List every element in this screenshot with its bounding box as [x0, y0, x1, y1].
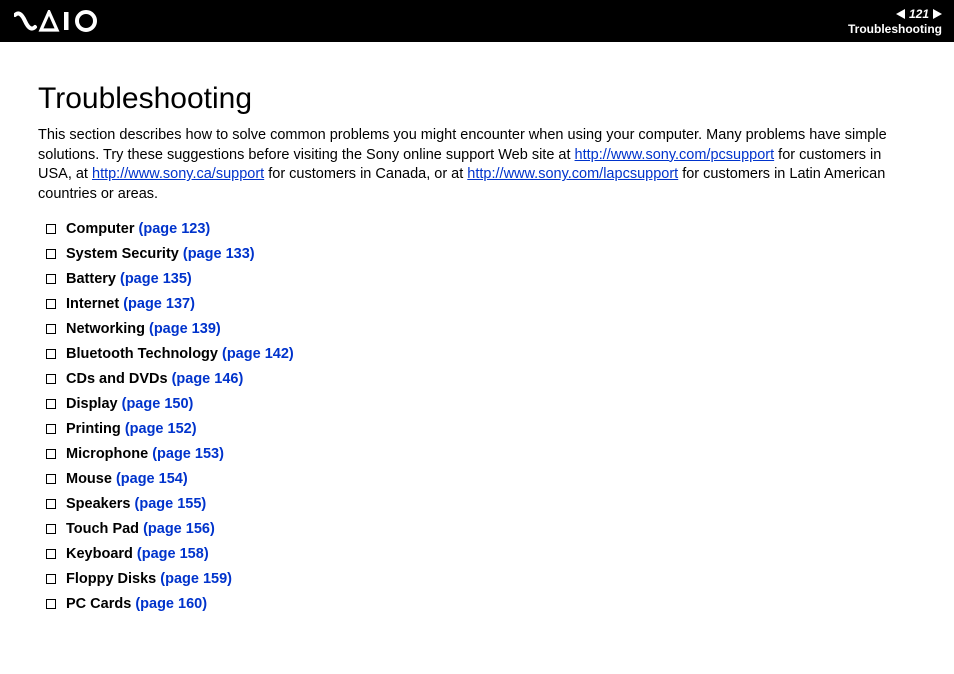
toc-item[interactable]: Printing (page 152): [46, 416, 916, 441]
square-bullet-icon: [46, 274, 56, 284]
toc-item-page-link[interactable]: (page 133): [183, 246, 255, 262]
toc-item-page-link[interactable]: (page 123): [139, 221, 211, 237]
square-bullet-icon: [46, 449, 56, 459]
toc-item-page-link[interactable]: (page 154): [116, 471, 188, 487]
toc-item-label: Internet: [66, 296, 119, 312]
toc-item-text: Microphone (page 153): [66, 446, 224, 462]
toc-item-label: Display: [66, 396, 118, 412]
toc-item-label: Printing: [66, 421, 121, 437]
toc-item-text: Mouse (page 154): [66, 471, 188, 487]
support-link-latam[interactable]: http://www.sony.com/lapcsupport: [467, 166, 678, 182]
toc-item-text: Networking (page 139): [66, 321, 221, 337]
toc-list: Computer (page 123) System Security (page…: [38, 216, 916, 616]
toc-item-label: Touch Pad: [66, 521, 139, 537]
square-bullet-icon: [46, 399, 56, 409]
toc-item[interactable]: Touch Pad (page 156): [46, 516, 916, 541]
square-bullet-icon: [46, 374, 56, 384]
header-section-label: Troubleshooting: [848, 22, 942, 36]
square-bullet-icon: [46, 474, 56, 484]
toc-item-label: Mouse: [66, 471, 112, 487]
toc-item-text: Touch Pad (page 156): [66, 521, 215, 537]
square-bullet-icon: [46, 299, 56, 309]
toc-item[interactable]: Networking (page 139): [46, 316, 916, 341]
page-title: Troubleshooting: [38, 82, 916, 116]
toc-item-text: Display (page 150): [66, 396, 193, 412]
toc-item-page-link[interactable]: (page 135): [120, 271, 192, 287]
toc-item-page-link[interactable]: (page 153): [152, 446, 224, 462]
header-right: 121 Troubleshooting: [848, 0, 942, 42]
toc-item[interactable]: PC Cards (page 160): [46, 591, 916, 616]
vaio-logo: [14, 0, 106, 42]
square-bullet-icon: [46, 324, 56, 334]
toc-item-page-link[interactable]: (page 156): [143, 521, 215, 537]
toc-item-text: Battery (page 135): [66, 271, 192, 287]
toc-item-label: System Security: [66, 246, 179, 262]
toc-item-text: Floppy Disks (page 159): [66, 571, 232, 587]
square-bullet-icon: [46, 249, 56, 259]
toc-item[interactable]: Mouse (page 154): [46, 466, 916, 491]
toc-item-page-link[interactable]: (page 160): [135, 596, 207, 612]
square-bullet-icon: [46, 599, 56, 609]
toc-item[interactable]: Keyboard (page 158): [46, 541, 916, 566]
toc-item[interactable]: Floppy Disks (page 159): [46, 566, 916, 591]
page-nav: 121: [896, 7, 942, 21]
page-number: 121: [909, 7, 929, 21]
toc-item[interactable]: Speakers (page 155): [46, 491, 916, 516]
toc-item-text: PC Cards (page 160): [66, 596, 207, 612]
toc-item[interactable]: Bluetooth Technology (page 142): [46, 341, 916, 366]
intro-paragraph: This section describes how to solve comm…: [38, 126, 916, 204]
intro-text: for customers in Canada, or at: [264, 166, 467, 182]
toc-item-label: CDs and DVDs: [66, 371, 168, 387]
document-header: 121 Troubleshooting: [0, 0, 954, 42]
square-bullet-icon: [46, 224, 56, 234]
toc-item-label: Computer: [66, 221, 134, 237]
page-content: Troubleshooting This section describes h…: [0, 42, 954, 626]
toc-item-text: Keyboard (page 158): [66, 546, 209, 562]
square-bullet-icon: [46, 349, 56, 359]
toc-item-page-link[interactable]: (page 158): [137, 546, 209, 562]
toc-item[interactable]: Internet (page 137): [46, 291, 916, 316]
toc-item-text: Internet (page 137): [66, 296, 195, 312]
toc-item-page-link[interactable]: (page 139): [149, 321, 221, 337]
support-link-canada[interactable]: http://www.sony.ca/support: [92, 166, 264, 182]
toc-item-page-link[interactable]: (page 152): [125, 421, 197, 437]
toc-item[interactable]: System Security (page 133): [46, 241, 916, 266]
toc-item[interactable]: Microphone (page 153): [46, 441, 916, 466]
toc-item-label: Battery: [66, 271, 116, 287]
toc-item-page-link[interactable]: (page 137): [123, 296, 195, 312]
toc-item-label: Networking: [66, 321, 145, 337]
square-bullet-icon: [46, 524, 56, 534]
next-page-arrow-icon[interactable]: [933, 9, 942, 19]
square-bullet-icon: [46, 574, 56, 584]
toc-item[interactable]: Computer (page 123): [46, 216, 916, 241]
square-bullet-icon: [46, 549, 56, 559]
toc-item-page-link[interactable]: (page 159): [160, 571, 232, 587]
toc-item-text: Printing (page 152): [66, 421, 197, 437]
toc-item-text: Bluetooth Technology (page 142): [66, 346, 294, 362]
toc-item[interactable]: Display (page 150): [46, 391, 916, 416]
toc-item-text: Speakers (page 155): [66, 496, 206, 512]
toc-item-text: CDs and DVDs (page 146): [66, 371, 243, 387]
toc-item-page-link[interactable]: (page 142): [222, 346, 294, 362]
toc-item-label: Bluetooth Technology: [66, 346, 218, 362]
toc-item-text: Computer (page 123): [66, 221, 210, 237]
toc-item[interactable]: CDs and DVDs (page 146): [46, 366, 916, 391]
toc-item-page-link[interactable]: (page 146): [172, 371, 244, 387]
toc-item-label: Keyboard: [66, 546, 133, 562]
support-link-usa[interactable]: http://www.sony.com/pcsupport: [575, 147, 775, 163]
prev-page-arrow-icon[interactable]: [896, 9, 905, 19]
toc-item[interactable]: Battery (page 135): [46, 266, 916, 291]
toc-item-label: PC Cards: [66, 596, 131, 612]
toc-item-label: Speakers: [66, 496, 131, 512]
toc-item-label: Microphone: [66, 446, 148, 462]
toc-item-page-link[interactable]: (page 150): [122, 396, 194, 412]
toc-item-page-link[interactable]: (page 155): [135, 496, 207, 512]
toc-item-text: System Security (page 133): [66, 246, 255, 262]
toc-item-label: Floppy Disks: [66, 571, 156, 587]
square-bullet-icon: [46, 499, 56, 509]
square-bullet-icon: [46, 424, 56, 434]
